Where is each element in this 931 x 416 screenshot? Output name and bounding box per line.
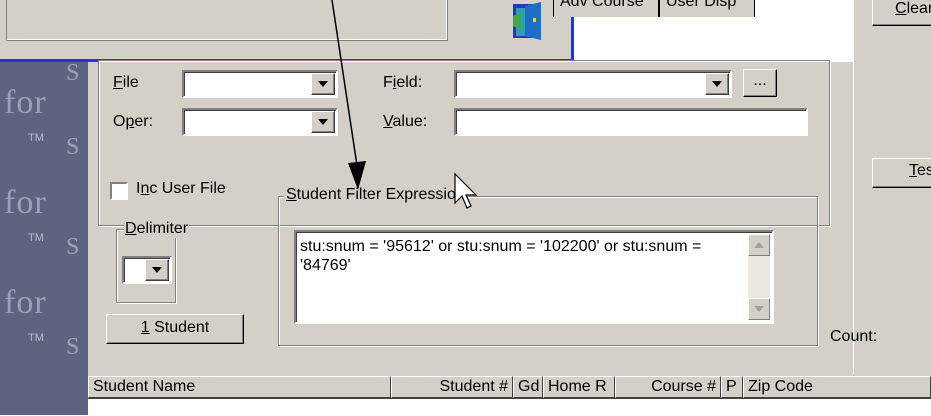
chevron-down-icon	[318, 81, 328, 87]
watermark-text: for	[4, 284, 47, 321]
scroll-up-button[interactable]	[748, 234, 770, 256]
file-dropdown-button[interactable]	[311, 73, 335, 95]
oper-label: Oper:	[113, 113, 154, 130]
watermark-tm: TM	[28, 332, 44, 344]
watermark-text: for	[4, 184, 47, 221]
column-header-grade[interactable]: Gd	[513, 376, 543, 398]
tab-user-disp[interactable]: User Disp	[659, 0, 755, 17]
column-header-home-room[interactable]: Home R	[543, 376, 615, 398]
watermark-s: S	[66, 62, 80, 86]
count-label: Count:	[830, 328, 878, 345]
watermark-s: S	[66, 134, 80, 160]
one-student-button[interactable]: 1 Student	[106, 314, 244, 344]
tab-adv-course[interactable]: Adv Course	[553, 0, 659, 17]
chevron-down-icon	[712, 81, 722, 87]
oper-dropdown-button[interactable]	[311, 111, 335, 133]
clear-button[interactable]: Clear	[872, 0, 931, 26]
inc-user-file-label: Inc User File	[136, 180, 226, 197]
value-input[interactable]	[454, 108, 808, 136]
watermark-tm: TM	[28, 132, 44, 144]
student-grid-body[interactable]	[88, 398, 931, 416]
oper-select[interactable]	[182, 108, 338, 136]
file-label: File	[113, 74, 139, 91]
sidebar-watermark: for TM S S for TM S for TM S	[0, 62, 88, 415]
chevron-down-icon	[754, 306, 764, 312]
filter-dialog: File Oper: Field: ... Value: Inc User Fi…	[88, 60, 853, 415]
filter-expression-label: Student Filter Expression	[284, 186, 467, 204]
delimiter-dropdown-button[interactable]	[145, 259, 169, 281]
field-label: Field:	[383, 74, 423, 91]
filter-expression-textarea[interactable]: stu:snum = '95612' or stu:snum = '102200…	[294, 230, 774, 324]
browse-button[interactable]: ...	[743, 69, 777, 97]
chevron-down-icon	[318, 119, 328, 125]
tab-strip: Adv Course User Disp	[553, 0, 853, 18]
file-select[interactable]	[182, 70, 338, 98]
popup-panel	[6, 0, 448, 41]
column-header-period[interactable]: P	[721, 376, 743, 398]
vertical-scrollbar[interactable]	[748, 234, 770, 320]
value-label: Value:	[383, 113, 428, 130]
column-header-course-number[interactable]: Course #	[615, 376, 721, 398]
watermark-s: S	[66, 334, 80, 360]
column-header-student-name[interactable]: Student Name	[88, 376, 391, 398]
field-dropdown-button[interactable]	[705, 73, 729, 95]
watermark-text: for	[4, 84, 47, 121]
column-header-zip-code[interactable]: Zip Code	[743, 376, 931, 398]
watermark-tm: TM	[28, 232, 44, 244]
scroll-down-button[interactable]	[748, 298, 770, 320]
delimiter-label: Delimiter	[124, 220, 190, 238]
field-select[interactable]	[454, 70, 732, 98]
right-button-panel: Clear Tes Count:	[830, 0, 931, 415]
chevron-down-icon	[152, 267, 162, 273]
exit-door-icon[interactable]	[511, 0, 545, 40]
delimiter-select[interactable]	[122, 256, 172, 284]
filter-expression-text: stu:snum = '95612' or stu:snum = '102200…	[300, 238, 702, 274]
inc-user-file-checkbox[interactable]	[110, 182, 128, 200]
test-button[interactable]: Tes	[872, 158, 931, 188]
chevron-up-icon	[754, 242, 764, 248]
column-header-student-number[interactable]: Student #	[391, 376, 513, 398]
watermark-s: S	[66, 234, 80, 260]
